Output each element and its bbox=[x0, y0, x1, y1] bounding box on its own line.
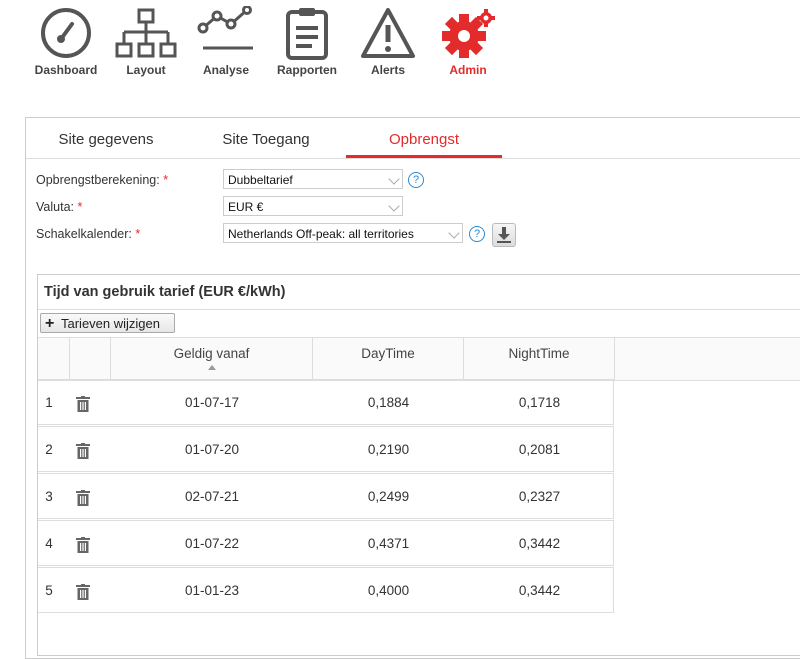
calc-select-value: Dubbeltarief bbox=[228, 173, 293, 187]
table-row[interactable]: 1 01-07-17 0,1884 0,1718 bbox=[38, 379, 614, 425]
currency-select-value: EUR € bbox=[228, 200, 264, 214]
clipboard-icon bbox=[286, 8, 328, 60]
edit-tariffs-button[interactable]: + Tarieven wijzigen bbox=[40, 313, 175, 333]
daytime-cell: 0,1884 bbox=[367, 395, 410, 410]
download-button[interactable] bbox=[492, 223, 516, 247]
trash-icon[interactable] bbox=[76, 537, 90, 556]
table-header: Geldig vanaf DayTime NightTime bbox=[38, 337, 800, 381]
nighttime-cell: 0,2081 bbox=[518, 442, 561, 457]
currency-label: Valuta: bbox=[36, 200, 74, 214]
required-mark: * bbox=[135, 227, 141, 241]
valid-from-cell: 01-07-20 bbox=[184, 442, 240, 457]
tariff-title: Tijd van gebruik tarief (EUR €/kWh) bbox=[44, 284, 286, 300]
divider bbox=[38, 309, 800, 310]
trash-icon[interactable] bbox=[76, 490, 90, 509]
line-chart-icon bbox=[197, 6, 253, 50]
plus-icon: + bbox=[45, 315, 55, 332]
row-index: 1 bbox=[45, 395, 53, 410]
header-index bbox=[38, 338, 70, 380]
nav-label-layout: Layout bbox=[126, 63, 166, 77]
daytime-cell: 0,4371 bbox=[367, 536, 410, 551]
header-nighttime[interactable]: NightTime bbox=[464, 338, 615, 380]
gauge-icon bbox=[41, 8, 91, 58]
edit-tariffs-label: Tarieven wijzigen bbox=[61, 316, 160, 331]
table-row[interactable]: 3 02-07-21 0,2499 0,2327 bbox=[38, 473, 614, 519]
chevron-down-icon bbox=[388, 200, 400, 212]
trash-icon[interactable] bbox=[76, 584, 90, 603]
calendar-select[interactable]: Netherlands Off-peak: all territories bbox=[223, 223, 463, 243]
help-icon[interactable]: ? bbox=[408, 172, 424, 188]
currency-row-label: Valuta: * bbox=[36, 200, 82, 214]
calc-select[interactable]: Dubbeltarief bbox=[223, 169, 403, 189]
nav-alerts[interactable]: Alerts bbox=[346, 6, 430, 77]
nav-label-dashboard: Dashboard bbox=[34, 63, 98, 77]
row-index: 3 bbox=[45, 489, 53, 504]
nav-label-rapporten: Rapporten bbox=[277, 63, 337, 77]
nighttime-cell: 0,1718 bbox=[518, 395, 561, 410]
tab-site-gegevens[interactable]: Site gegevens bbox=[26, 131, 186, 148]
nav-label-analyse: Analyse bbox=[202, 63, 250, 77]
calendar-label: Schakelkalender: bbox=[36, 227, 132, 241]
tab-bar: Site gegevens Site Toegang Opbrengst bbox=[26, 118, 800, 159]
nav-layout[interactable]: Layout bbox=[104, 6, 188, 77]
header-valid-from-label: Geldig vanaf bbox=[173, 346, 250, 361]
daytime-cell: 0,2190 bbox=[367, 442, 410, 457]
header-actions bbox=[70, 338, 111, 380]
calendar-row-label: Schakelkalender: * bbox=[36, 227, 140, 241]
header-nighttime-label: NightTime bbox=[508, 346, 570, 361]
warning-icon bbox=[361, 8, 415, 58]
nav-label-alerts: Alerts bbox=[370, 63, 405, 77]
calendar-select-value: Netherlands Off-peak: all territories bbox=[228, 227, 414, 241]
nav-dashboard[interactable]: Dashboard bbox=[24, 6, 108, 77]
header-daytime[interactable]: DayTime bbox=[313, 338, 464, 380]
nighttime-cell: 0,3442 bbox=[518, 583, 561, 598]
daytime-cell: 0,4000 bbox=[367, 583, 410, 598]
nighttime-cell: 0,3442 bbox=[518, 536, 561, 551]
trash-icon[interactable] bbox=[76, 443, 90, 462]
help-icon[interactable]: ? bbox=[469, 226, 485, 242]
settings-panel: Site gegevens Site Toegang Opbrengst Opb… bbox=[25, 117, 800, 659]
tariff-box: Tijd van gebruik tarief (EUR €/kWh) + Ta… bbox=[37, 274, 800, 656]
table-row[interactable]: 5 01-01-23 0,4000 0,3442 bbox=[38, 567, 614, 613]
chevron-down-icon bbox=[388, 173, 400, 185]
header-valid-from[interactable]: Geldig vanaf bbox=[111, 338, 313, 380]
required-mark: * bbox=[77, 200, 83, 214]
tab-opbrengst[interactable]: Opbrengst bbox=[344, 131, 504, 148]
calc-label: Opbrengstberekening: bbox=[36, 173, 160, 187]
table-row[interactable]: 2 01-07-20 0,2190 0,2081 bbox=[38, 426, 614, 472]
active-tab-indicator bbox=[346, 155, 502, 158]
chevron-down-icon bbox=[448, 227, 460, 239]
valid-from-cell: 01-07-22 bbox=[184, 536, 240, 551]
header-daytime-label: DayTime bbox=[361, 346, 415, 361]
nav-admin[interactable]: Admin bbox=[426, 6, 510, 77]
top-navigation: Dashboard Layout Analyse Rapporten Alert… bbox=[0, 0, 800, 90]
row-index: 4 bbox=[45, 536, 53, 551]
row-index: 2 bbox=[45, 442, 53, 457]
row-index: 5 bbox=[45, 583, 53, 598]
valid-from-cell: 02-07-21 bbox=[184, 489, 240, 504]
valid-from-cell: 01-01-23 bbox=[184, 583, 240, 598]
nav-label-admin: Admin bbox=[449, 63, 487, 77]
daytime-cell: 0,2499 bbox=[367, 489, 410, 504]
nighttime-cell: 0,2327 bbox=[518, 489, 561, 504]
currency-select[interactable]: EUR € bbox=[223, 196, 403, 216]
sitemap-icon bbox=[115, 8, 177, 58]
table-row[interactable]: 4 01-07-22 0,4371 0,3442 bbox=[38, 520, 614, 566]
valid-from-cell: 01-07-17 bbox=[184, 395, 240, 410]
trash-icon[interactable] bbox=[76, 396, 90, 415]
calc-row-label: Opbrengstberekening: * bbox=[36, 173, 168, 187]
gear-icon bbox=[442, 9, 495, 58]
required-mark: * bbox=[163, 173, 169, 187]
sort-asc-icon bbox=[207, 365, 216, 370]
tab-site-toegang[interactable]: Site Toegang bbox=[186, 131, 346, 148]
download-icon bbox=[497, 227, 511, 243]
nav-rapporten[interactable]: Rapporten bbox=[265, 6, 349, 77]
nav-analyse[interactable]: Analyse bbox=[184, 6, 268, 77]
